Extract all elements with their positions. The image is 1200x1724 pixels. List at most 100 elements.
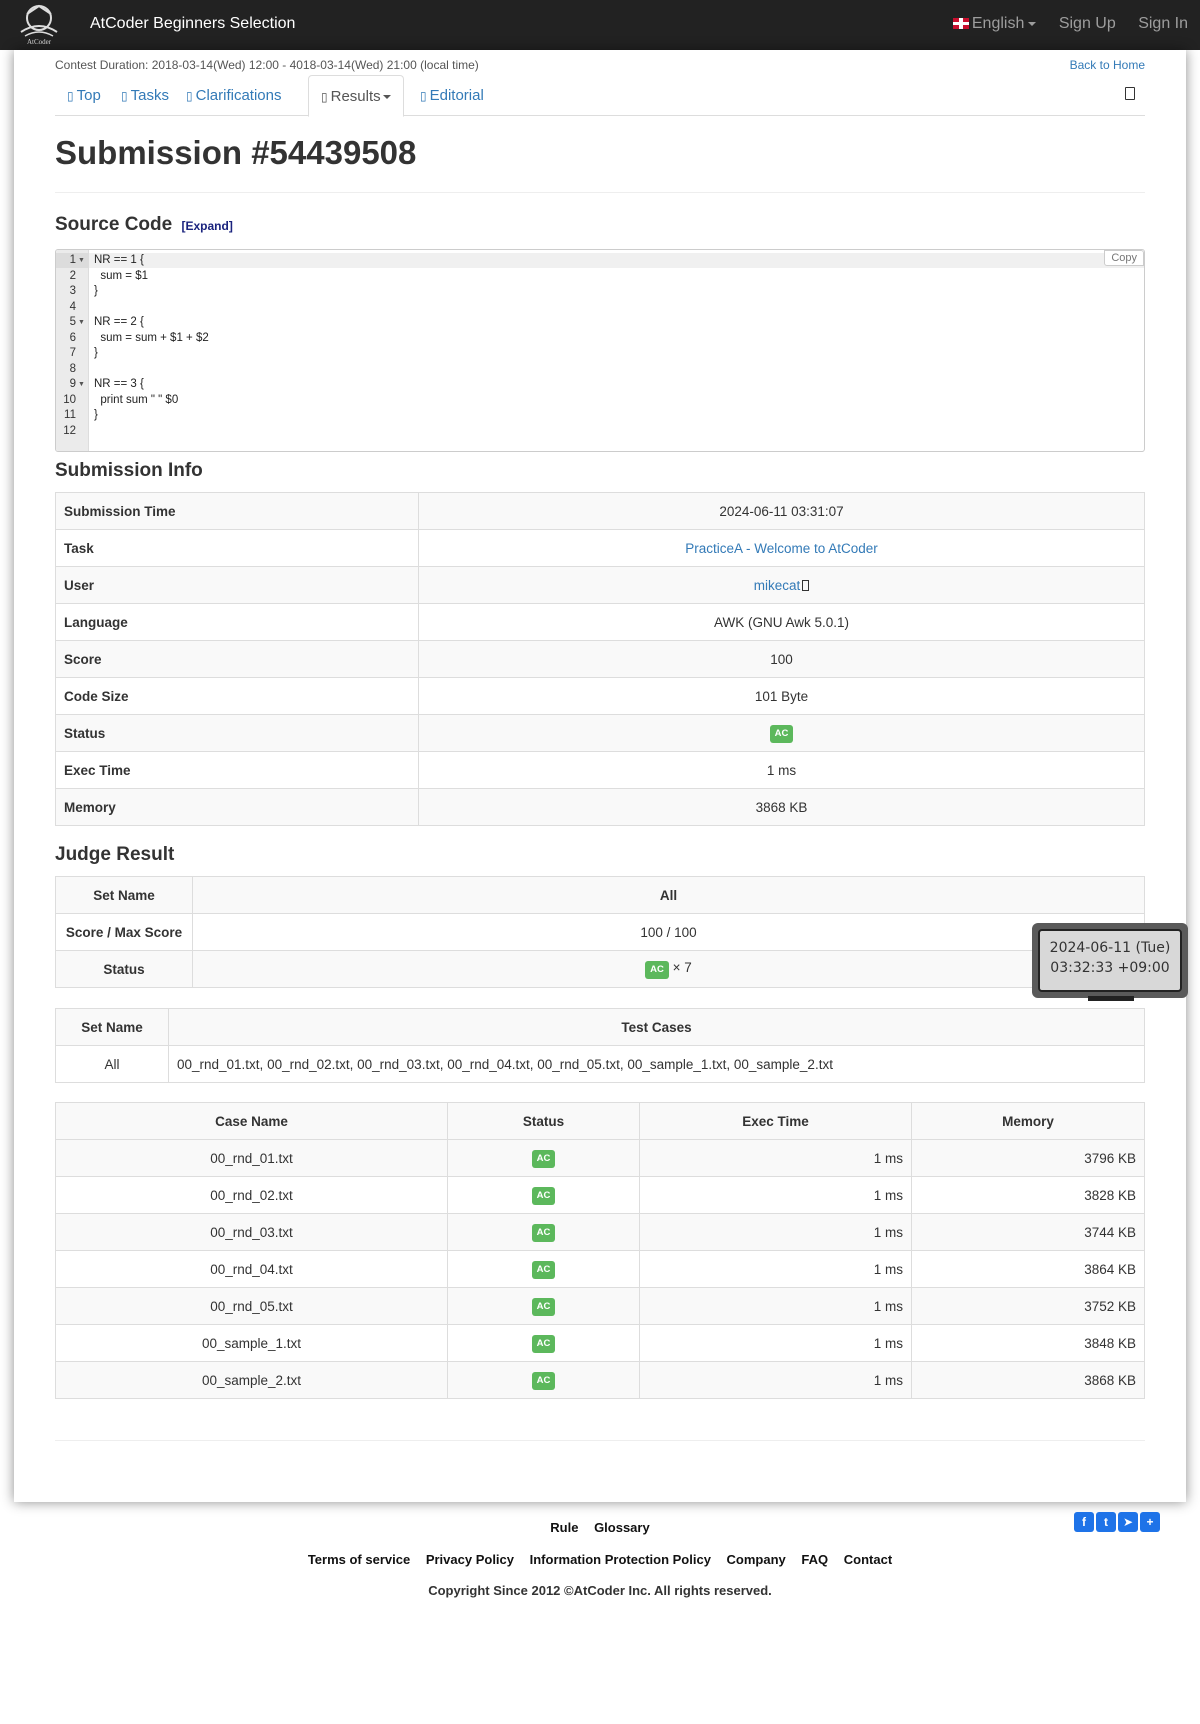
external-link-icon[interactable] xyxy=(802,580,810,592)
code-size-value: 101 Byte xyxy=(418,677,1145,715)
memory: 3744 KB xyxy=(911,1213,1145,1251)
test-sets-table: Set Name Test Cases All 00_rnd_01.txt, 00_… xyxy=(55,1008,1145,1083)
sign-up-link[interactable]: Sign Up xyxy=(1059,15,1116,32)
fold-arrow-icon[interactable]: ▼ xyxy=(78,253,85,268)
main-container: Contest Duration: 2018-03-14(Wed) 12:00 … xyxy=(14,50,1186,1532)
line-number: 10 xyxy=(63,393,76,406)
table-row: Exec Time 1 ms xyxy=(55,751,1145,789)
submission-info-heading: Submission Info xyxy=(55,460,203,481)
table-row: Code Size 101 Byte xyxy=(55,677,1145,715)
submission-time-value: 2024-06-11 03:31:07 xyxy=(418,492,1145,530)
table-row: Memory 3868 KB xyxy=(55,788,1145,826)
code-text: } xyxy=(94,347,98,359)
case-name: 00_sample_2.txt xyxy=(55,1361,448,1399)
tab-top[interactable]: ▯ Top xyxy=(55,75,113,116)
fold-arrow-icon[interactable]: ▼ xyxy=(78,315,85,330)
expand-link[interactable]: [Expand] xyxy=(181,219,232,233)
tab-results[interactable]: ▯ Results xyxy=(308,75,404,117)
info-protection-link[interactable]: Information Protection Policy xyxy=(530,1552,711,1567)
case-name: 00_rnd_02.txt xyxy=(55,1176,448,1214)
glossary-link[interactable]: Glossary xyxy=(594,1520,650,1535)
terms-link[interactable]: Terms of service xyxy=(308,1552,410,1567)
status-badge[interactable]: AC xyxy=(531,1297,556,1316)
submission-info-table: Submission Time 2024-06-11 03:31:07 Task P… xyxy=(55,492,1145,826)
memory: 3752 KB xyxy=(911,1287,1145,1325)
code-text: } xyxy=(94,409,98,421)
score-value: 100 xyxy=(418,640,1145,678)
tasks-icon: ▯ xyxy=(121,89,128,103)
table-row: 00_rnd_02.txt AC 1 ms 3828 KB xyxy=(55,1176,1145,1214)
list-icon: ▯ xyxy=(321,90,328,104)
status-badge[interactable]: AC xyxy=(531,1186,556,1205)
status-badge[interactable]: AC xyxy=(531,1371,556,1390)
privacy-link[interactable]: Privacy Policy xyxy=(426,1552,514,1567)
memory: 3864 KB xyxy=(911,1250,1145,1288)
memory: 3828 KB xyxy=(911,1176,1145,1214)
source-code-editor[interactable]: 1 ▼ NR == 1 {2 sum = $1 3} 4 5 ▼ NR == 2 {6 sum… xyxy=(55,249,1145,452)
judge-result-heading: Judge Result xyxy=(55,844,175,865)
caret-down-icon xyxy=(382,95,391,100)
code-text: NR == 2 { xyxy=(94,316,144,328)
memory-value: 3868 KB xyxy=(418,788,1145,826)
fold-arrow-icon[interactable]: ▼ xyxy=(78,377,85,392)
status-badge[interactable]: AC xyxy=(645,960,669,979)
table-row: Language AWK (GNU Awk 5.0.1) xyxy=(55,603,1145,641)
line-number: 3 xyxy=(69,285,76,297)
table-row: 00_sample_1.txt AC 1 ms 3848 KB xyxy=(55,1324,1145,1362)
sign-in-link[interactable]: Sign In xyxy=(1138,15,1188,32)
faq-link[interactable]: FAQ xyxy=(801,1552,828,1567)
line-number: 7 xyxy=(69,347,76,359)
case-name: 00_rnd_05.txt xyxy=(55,1287,448,1325)
caret-down-icon xyxy=(1028,21,1037,26)
user-link[interactable]: mikecat xyxy=(754,578,801,593)
table-row: Status AC xyxy=(55,714,1145,752)
case-name: 00_sample_1.txt xyxy=(55,1324,448,1362)
exec-time: 1 ms xyxy=(639,1361,912,1399)
line-number: 6 xyxy=(69,331,76,344)
status-badge[interactable]: AC xyxy=(531,1334,556,1353)
timestamp-tooltip: 2024-06-11 (Tue) 03:32:33 +09:00 xyxy=(1032,923,1188,998)
status-badge[interactable]: AC xyxy=(769,724,794,743)
brand-title[interactable]: AtCoder Beginners Selection xyxy=(90,15,295,33)
language-value: AWK (GNU Awk 5.0.1) xyxy=(418,603,1145,641)
atcoder-logo[interactable]: AtCoder xyxy=(13,2,65,46)
rule-link[interactable]: Rule xyxy=(550,1520,578,1535)
table-row: Score 100 xyxy=(55,640,1145,678)
table-row: User mikecat xyxy=(55,566,1145,604)
exec-time: 1 ms xyxy=(639,1287,912,1325)
top-navbar: AtCoder AtCoder Beginners Selection Engl… xyxy=(0,0,1200,50)
exec-time: 1 ms xyxy=(639,1250,912,1288)
uk-flag-icon xyxy=(952,18,969,30)
line-number: 1 xyxy=(69,254,76,266)
divider xyxy=(55,1440,1145,1441)
exec-time: 1 ms xyxy=(639,1324,912,1362)
contact-link[interactable]: Contact xyxy=(844,1552,892,1567)
line-number: 11 xyxy=(64,409,76,421)
line-number: 9 xyxy=(69,378,76,390)
company-link[interactable]: Company xyxy=(727,1552,786,1567)
page-title: Submission #54439508 xyxy=(55,134,417,171)
task-link[interactable]: PracticeA - Welcome to AtCoder xyxy=(685,541,878,556)
case-name: 00_rnd_04.txt xyxy=(55,1250,448,1288)
tab-clarifications[interactable]: ▯ Clarifications xyxy=(174,75,293,116)
status-badge[interactable]: AC xyxy=(531,1260,556,1279)
fullscreen-toggle-icon[interactable] xyxy=(1125,87,1135,100)
tab-editorial[interactable]: ▯ Editorial xyxy=(408,75,496,116)
svg-text:AtCoder: AtCoder xyxy=(27,38,52,46)
line-number: 8 xyxy=(69,362,76,375)
status-badge[interactable]: AC xyxy=(531,1149,556,1168)
source-code-heading: Source Code [Expand] xyxy=(55,214,233,235)
table-row: 00_rnd_05.txt AC 1 ms 3752 KB xyxy=(55,1287,1145,1325)
case-count: × 7 xyxy=(672,959,692,975)
copy-button[interactable]: Copy xyxy=(1104,250,1144,266)
language-dropdown[interactable]: English xyxy=(952,15,1037,32)
exec-time: 1 ms xyxy=(639,1139,912,1177)
table-row: Submission Time 2024-06-11 03:31:07 xyxy=(55,492,1145,530)
judge-summary-table: Set Name All Score / Max Score 100 / 100 S… xyxy=(55,876,1145,988)
case-name: 00_rnd_03.txt xyxy=(55,1213,448,1251)
back-to-home-link[interactable]: Back to Home xyxy=(1070,58,1145,72)
exec-time: 1 ms xyxy=(639,1213,912,1251)
home-icon: ▯ xyxy=(67,89,74,103)
tab-tasks[interactable]: ▯ Tasks xyxy=(109,75,181,116)
status-badge[interactable]: AC xyxy=(531,1223,556,1242)
